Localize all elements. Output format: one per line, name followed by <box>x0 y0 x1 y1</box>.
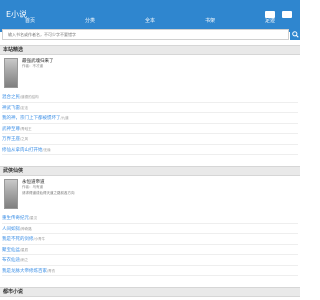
list-item[interactable]: 修仙从拿肉山打开始/无缘 <box>2 145 298 155</box>
main-nav: 首页 分类 全本 书架 足迹 <box>0 15 300 27</box>
list-item-title[interactable]: 人间如狱 <box>2 227 20 232</box>
list-item-author: /小青牛 <box>33 237 46 241</box>
section-title-featured: 本站精选 <box>0 45 300 55</box>
list-item-author: /星汉 <box>29 216 38 220</box>
list-item-title[interactable]: 修仙从拿肉山打开始 <box>2 148 43 153</box>
featured-book-author: 作者：乌有道 <box>22 185 43 189</box>
search-button[interactable] <box>290 29 300 40</box>
list-item-author: /无缘 <box>42 147 51 152</box>
list-item-title[interactable]: 武神至尊 <box>2 127 20 132</box>
search-input[interactable] <box>2 29 289 40</box>
nav-item-categories[interactable]: 分类 <box>61 15 119 27</box>
list-item[interactable]: 武神至尊/青蛙王 <box>2 124 298 134</box>
book-list: 重生传奇纪元/星汉 人间如狱/神奇路 我是不死的剑修/小青牛 聚宝仙盆/星辰 布… <box>2 213 298 276</box>
list-item-title[interactable]: 我是不死的剑修 <box>2 237 34 242</box>
featured-book-author: 作者：不才道 <box>22 64 43 68</box>
list-item[interactable]: 重生传奇纪元/星汉 <box>2 213 298 224</box>
list-item-author: /青蛙王 <box>20 126 32 131</box>
list-item-author: /星辰 <box>20 247 29 252</box>
book-cover[interactable] <box>4 179 18 209</box>
list-item[interactable]: 我是龙脉大帝修炼百家/青衣 <box>2 266 298 276</box>
list-item-title[interactable]: 我的神，宗门上下都被惯坏了 <box>2 116 61 121</box>
book-list: 混合之民/道德的结构 神武飞雷/定法 我的神，宗门上下都被惯坏了/九道 武神至尊… <box>2 92 298 155</box>
list-item-title[interactable]: 我是龙脉大帝修炼百家 <box>2 269 47 274</box>
list-item-title[interactable]: 重生传奇纪元 <box>2 216 29 221</box>
nav-item-complete[interactable]: 全本 <box>121 15 179 27</box>
list-item[interactable]: 我的神，宗门上下都被惯坏了/九道 <box>2 113 298 124</box>
list-item-title[interactable]: 混合之民 <box>2 95 20 100</box>
list-item-author: /之风 <box>20 137 29 141</box>
featured-book[interactable]: 永恒道帝道 作者：乌有道 请求得道成仙得天道之路前各方向 <box>2 177 298 211</box>
list-item[interactable]: 万界王座/之风 <box>2 134 298 145</box>
list-item[interactable]: 布衣仙途/雨之 <box>2 255 298 266</box>
list-item-title[interactable]: 万界王座 <box>2 137 20 142</box>
list-item-author: /雨之 <box>20 258 29 262</box>
list-item-author: /神奇路 <box>20 226 32 231</box>
list-item-title[interactable]: 聚宝仙盆 <box>2 248 20 253</box>
section-title-urban: 都市小说 <box>0 287 300 297</box>
list-item[interactable]: 我是不死的剑修/小青牛 <box>2 234 298 245</box>
list-item-author: /九道 <box>60 116 69 120</box>
featured-book[interactable]: 最强武魂归来了 作者：不才道 <box>2 56 298 90</box>
nav-item-home[interactable]: 首页 <box>1 15 59 27</box>
list-item-author: /定法 <box>20 105 29 110</box>
list-item[interactable]: 神武飞雷/定法 <box>2 103 298 113</box>
list-item-title[interactable]: 布衣仙途 <box>2 258 20 263</box>
list-item-author: /道德的结构 <box>20 95 39 99</box>
list-item-title[interactable]: 神武飞雷 <box>2 106 20 111</box>
list-item[interactable]: 人间如狱/神奇路 <box>2 224 298 234</box>
search-bar <box>2 28 300 42</box>
section-title-wuxia: 武侠仙侠 <box>0 166 300 176</box>
featured-book-desc: 请求得道成仙得天道之路前各方向 <box>22 191 75 195</box>
list-item[interactable]: 混合之民/道德的结构 <box>2 92 298 103</box>
list-item[interactable]: 聚宝仙盆/星辰 <box>2 245 298 255</box>
nav-item-bookshelf[interactable]: 书架 <box>181 15 239 27</box>
search-icon <box>291 31 299 38</box>
list-item-author: /青衣 <box>47 268 56 273</box>
nav-item-history[interactable]: 足迹 <box>241 15 299 27</box>
book-cover[interactable] <box>4 58 18 88</box>
